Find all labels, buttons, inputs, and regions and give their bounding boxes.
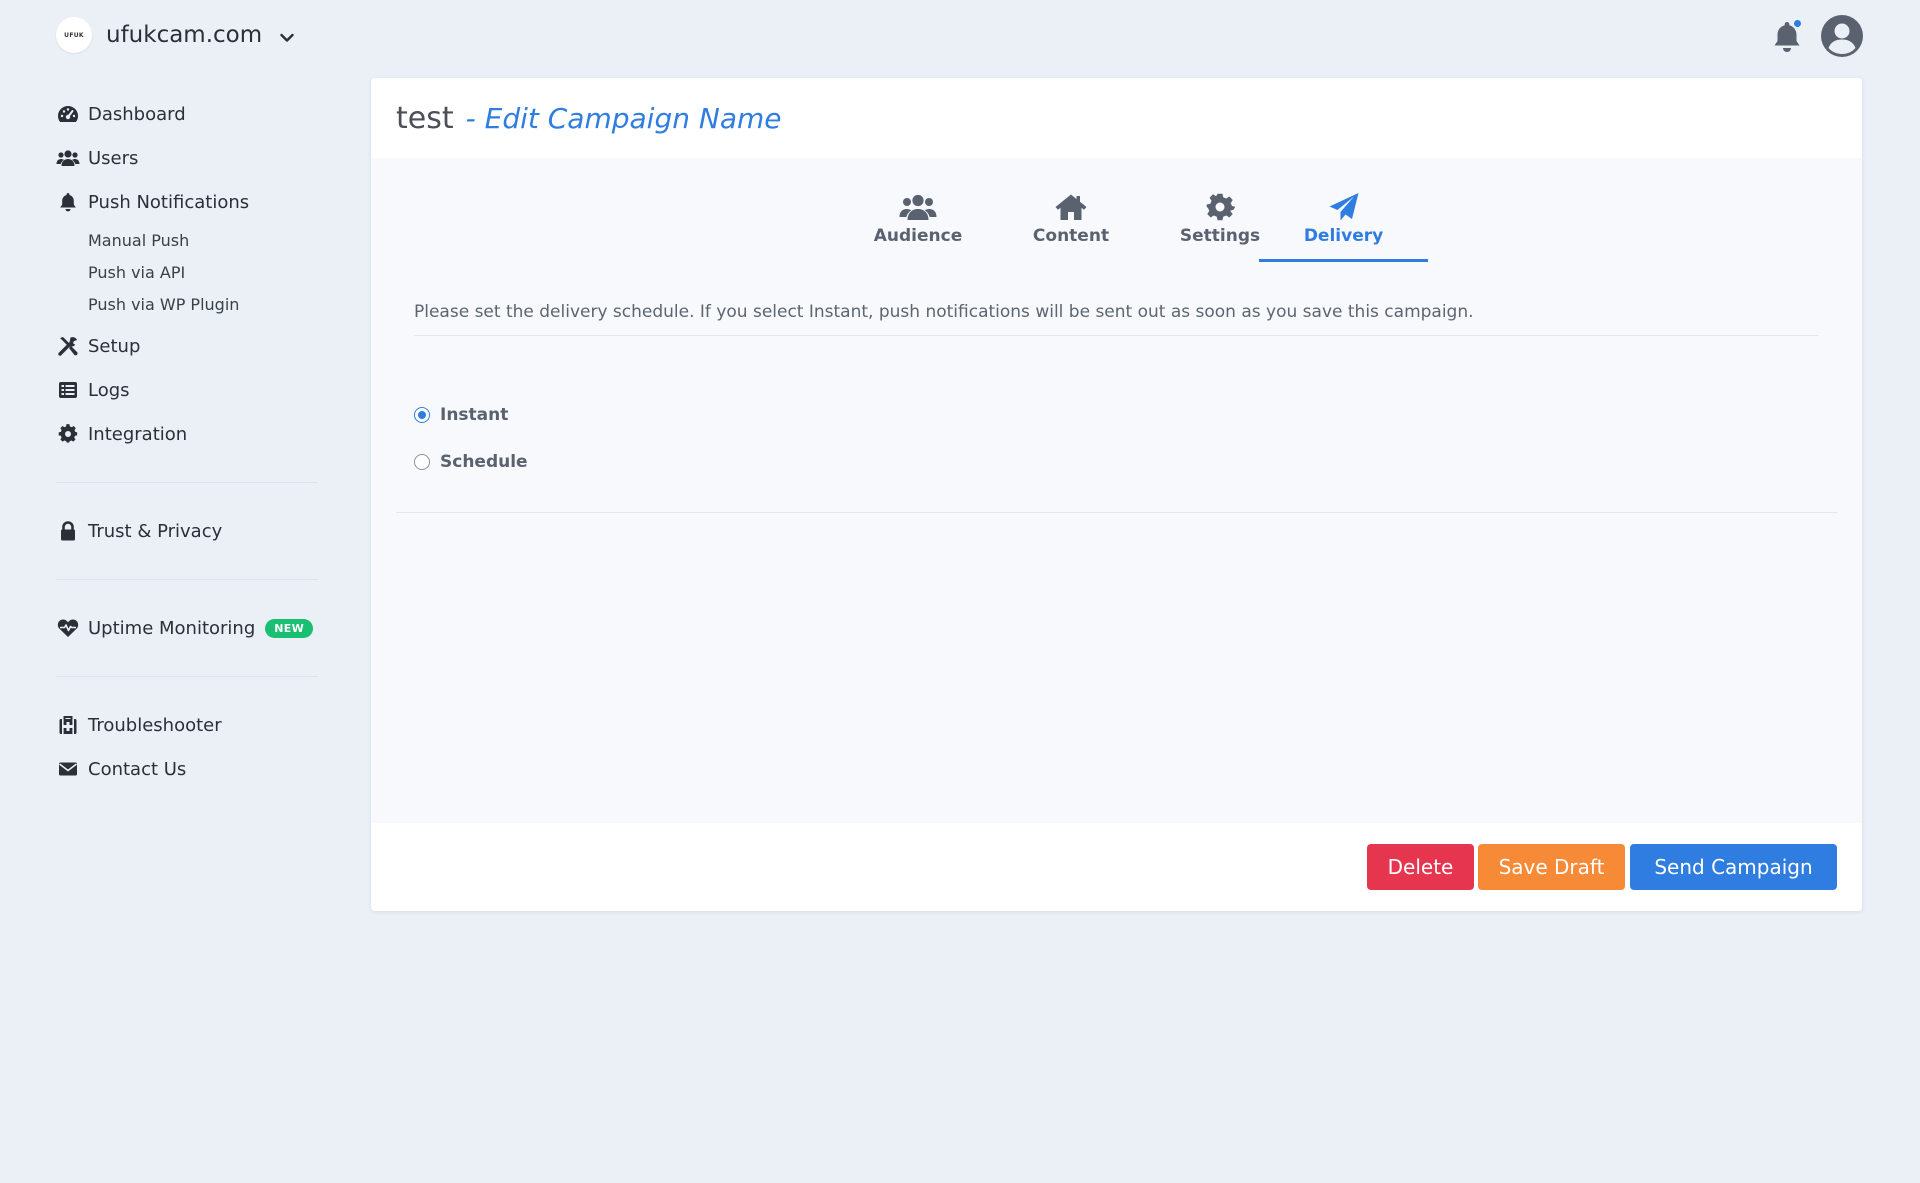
sidebar-item-setup[interactable]: Setup	[56, 324, 320, 368]
site-switcher[interactable]: UFUK ufukcam.com	[56, 17, 294, 53]
tab-audience[interactable]: Audience	[845, 190, 991, 262]
gear-icon	[56, 422, 80, 446]
tab-label: Settings	[1179, 226, 1261, 246]
sidebar-item-dashboard[interactable]: Dashboard	[56, 92, 320, 136]
schedule-radio-option[interactable]: Schedule	[414, 452, 528, 472]
user-avatar-icon[interactable]	[1820, 14, 1864, 58]
section-divider	[396, 512, 1837, 513]
gauge-icon	[56, 102, 80, 126]
sidebar-item-push-notifications[interactable]: Push Notifications	[56, 180, 320, 224]
list-icon	[56, 378, 80, 402]
tab-label: Delivery	[1303, 226, 1384, 246]
tools-icon	[56, 334, 80, 358]
heartbeat-icon	[56, 616, 80, 640]
sidebar-item-contact-us[interactable]: Contact Us	[56, 747, 320, 791]
wizard-tabs: Audience Content Settings Delivery	[371, 190, 1862, 262]
chevron-down-icon	[280, 28, 294, 47]
gear-icon	[1201, 192, 1239, 222]
notifications-bell-icon[interactable]	[1773, 18, 1803, 54]
site-logo: UFUK	[56, 17, 92, 53]
sidebar-item-troubleshooter[interactable]: Troubleshooter	[56, 703, 320, 747]
sidebar-item-label: Uptime Monitoring	[88, 617, 256, 639]
radio-label: Schedule	[440, 452, 528, 472]
users-icon	[56, 146, 80, 170]
send-campaign-button[interactable]: Send Campaign	[1630, 844, 1837, 890]
instant-radio-option[interactable]: Instant	[414, 405, 508, 425]
sidebar-item-label: Push Notifications	[88, 191, 250, 213]
paper-plane-icon	[1325, 192, 1363, 222]
new-badge: NEW	[265, 618, 314, 638]
schedule-radio[interactable]	[414, 454, 430, 470]
home-icon	[1052, 192, 1090, 222]
sidebar-divider	[56, 482, 318, 483]
campaign-name: test	[396, 100, 454, 136]
sidebar-subitem-push-via-wp-plugin[interactable]: Push via WP Plugin	[56, 288, 320, 320]
sidebar-item-users[interactable]: Users	[56, 136, 320, 180]
save-draft-button[interactable]: Save Draft	[1478, 844, 1625, 890]
delivery-description: Please set the delivery schedule. If you…	[414, 302, 1819, 336]
sidebar-item-uptime-monitoring[interactable]: Uptime Monitoring NEW	[56, 606, 320, 650]
sidebar-item-label: Users	[88, 147, 139, 169]
sidebar-item-label: Troubleshooter	[88, 714, 222, 736]
sidebar-item-integration[interactable]: Integration	[56, 412, 320, 456]
sidebar-nav: Dashboard Users Push Notifications Manua…	[56, 92, 320, 791]
sidebar-item-label: Contact Us	[88, 758, 187, 780]
sidebar-subitem-push-via-api[interactable]: Push via API	[56, 256, 320, 288]
campaign-card: test - Edit Campaign Name Audience Conte…	[371, 78, 1862, 911]
edit-campaign-name-link[interactable]: - Edit Campaign Name	[466, 102, 782, 135]
sidebar-item-label: Logs	[88, 379, 130, 401]
sidebar-subitem-manual-push[interactable]: Manual Push	[56, 224, 320, 256]
card-footer: Delete Save Draft Send Campaign	[371, 823, 1862, 911]
sidebar-item-trust-privacy[interactable]: Trust & Privacy	[56, 509, 320, 553]
sidebar-item-label: Trust & Privacy	[88, 520, 223, 542]
campaign-header: test - Edit Campaign Name	[371, 78, 1862, 158]
sidebar-item-label: Integration	[88, 423, 188, 445]
top-bar: UFUK ufukcam.com	[0, 0, 1920, 72]
bell-icon	[56, 190, 80, 214]
first-aid-icon	[56, 713, 80, 737]
envelope-icon	[56, 757, 80, 781]
notification-dot	[1792, 18, 1803, 29]
tab-content[interactable]: Content	[998, 190, 1144, 262]
site-name: ufukcam.com	[106, 22, 263, 48]
users-icon	[899, 192, 937, 222]
tab-delivery[interactable]: Delivery	[1259, 190, 1428, 262]
tab-label: Audience	[873, 226, 963, 246]
sidebar-divider	[56, 676, 318, 677]
sidebar-divider	[56, 579, 318, 580]
tab-label: Content	[1032, 226, 1110, 246]
lock-icon	[56, 519, 80, 543]
sidebar-item-logs[interactable]: Logs	[56, 368, 320, 412]
sidebar-item-label: Setup	[88, 335, 141, 357]
delete-button[interactable]: Delete	[1367, 844, 1474, 890]
instant-radio[interactable]	[414, 407, 430, 423]
radio-label: Instant	[440, 405, 509, 425]
sidebar-item-label: Dashboard	[88, 103, 186, 125]
